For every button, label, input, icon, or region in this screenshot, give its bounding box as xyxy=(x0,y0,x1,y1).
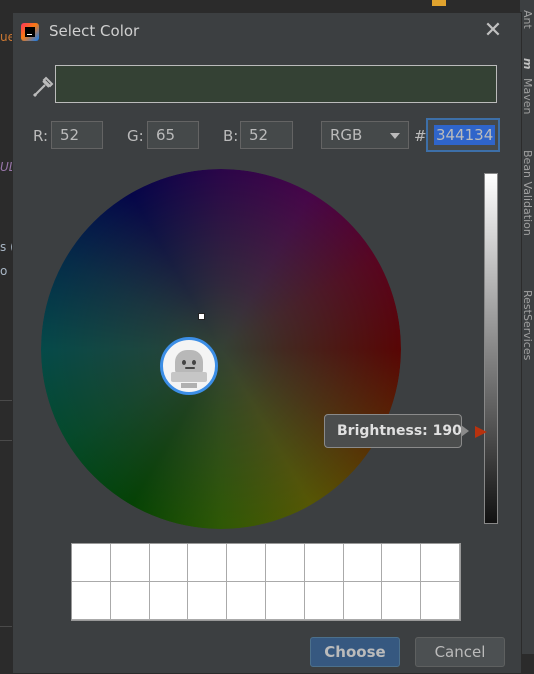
tooltip-pointer xyxy=(461,425,469,437)
editor-background xyxy=(0,0,12,654)
color-picker-icon[interactable] xyxy=(31,73,55,99)
blue-input[interactable]: 52 xyxy=(240,121,293,149)
recent-color-swatch[interactable] xyxy=(188,544,228,582)
brightness-slider[interactable] xyxy=(484,173,498,524)
recent-color-swatch[interactable] xyxy=(227,544,266,582)
color-mode-value: RGB xyxy=(330,126,363,144)
hex-value: 344134 xyxy=(434,125,496,145)
editor-divider xyxy=(0,626,12,627)
close-icon[interactable]: ✕ xyxy=(481,19,505,43)
blue-label: B: xyxy=(223,127,239,145)
recent-color-swatch[interactable] xyxy=(343,544,383,582)
editor-divider xyxy=(0,440,12,441)
cancel-button[interactable]: Cancel xyxy=(415,637,505,667)
user-avatar-icon xyxy=(160,337,218,395)
tool-window-maven[interactable]: Maven xyxy=(520,78,534,114)
recent-color-swatch[interactable] xyxy=(110,582,150,620)
recent-color-swatch[interactable] xyxy=(72,544,111,582)
recent-color-swatch[interactable] xyxy=(343,582,383,620)
recent-color-swatch[interactable] xyxy=(188,582,228,620)
toolbar-indicator xyxy=(432,0,446,6)
maven-icon[interactable]: m xyxy=(520,58,534,69)
recent-color-swatch[interactable] xyxy=(421,544,460,582)
choose-button[interactable]: Choose xyxy=(310,637,400,667)
green-label: G: xyxy=(127,127,144,145)
red-input[interactable]: 52 xyxy=(51,121,103,149)
dialog-title: Select Color xyxy=(49,22,140,40)
select-color-dialog: Select Color ✕ R: 52 G: 65 B: 52 RGB # 3… xyxy=(12,12,522,674)
brightness-tooltip: Brightness: 190 xyxy=(324,414,462,448)
recent-color-swatch[interactable] xyxy=(382,582,422,620)
recent-color-swatch[interactable] xyxy=(421,582,460,620)
recent-color-swatch[interactable] xyxy=(265,582,305,620)
brightness-slider-thumb[interactable] xyxy=(475,426,487,438)
dialog-titlebar: Select Color ✕ xyxy=(13,13,521,51)
hex-label: # xyxy=(414,127,427,145)
recent-color-swatch[interactable] xyxy=(304,544,344,582)
tool-window-rest-services[interactable]: RestServices xyxy=(520,290,534,360)
intellij-idea-icon xyxy=(21,23,39,41)
brightness-tooltip-text: Brightness: 190 xyxy=(337,423,462,439)
recent-colors-grid xyxy=(71,543,461,621)
recent-color-swatch[interactable] xyxy=(149,582,189,620)
red-label: R: xyxy=(33,127,49,145)
green-input[interactable]: 65 xyxy=(147,121,199,149)
recent-color-swatch[interactable] xyxy=(304,582,344,620)
tool-window-ant[interactable]: Ant xyxy=(520,10,534,29)
recent-color-swatch[interactable] xyxy=(227,582,266,620)
recent-color-swatch[interactable] xyxy=(265,544,305,582)
color-mode-select[interactable]: RGB xyxy=(321,121,409,149)
recent-color-swatch[interactable] xyxy=(382,544,422,582)
recent-color-swatch[interactable] xyxy=(110,544,150,582)
hex-input[interactable]: 344134 xyxy=(426,118,500,152)
tool-window-bean-validation[interactable]: Bean Validation xyxy=(520,150,534,236)
recent-color-swatch[interactable] xyxy=(72,582,111,620)
chevron-down-icon xyxy=(390,133,400,139)
color-preview xyxy=(55,65,497,103)
editor-divider xyxy=(0,400,12,401)
color-wheel-cursor[interactable] xyxy=(198,313,205,320)
color-wheel[interactable] xyxy=(41,169,401,529)
recent-color-swatch[interactable] xyxy=(149,544,189,582)
